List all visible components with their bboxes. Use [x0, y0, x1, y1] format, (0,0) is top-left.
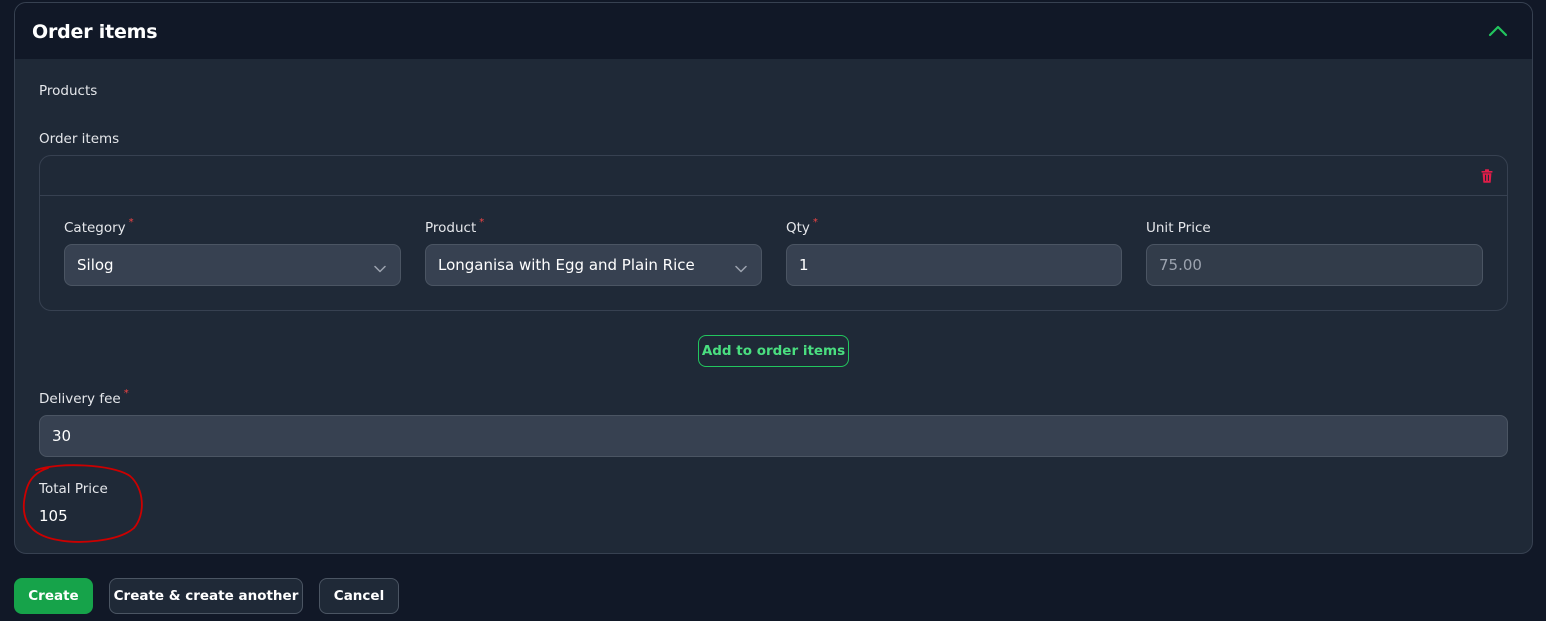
category-value: Silog	[77, 256, 114, 274]
total-price-label: Total Price	[39, 481, 108, 497]
delivery-fee-value: 30	[52, 427, 72, 445]
chevron-down-icon	[735, 259, 747, 277]
category-label: Category *	[64, 217, 134, 236]
products-label: Products	[39, 83, 98, 99]
qty-label: Qty *	[786, 217, 818, 236]
delivery-fee-input[interactable]: 30	[39, 415, 1508, 457]
total-price-value: 105	[39, 507, 68, 525]
product-select[interactable]: Longanisa with Egg and Plain Rice	[425, 244, 762, 286]
qty-input[interactable]: 1	[786, 244, 1122, 286]
product-value: Longanisa with Egg and Plain Rice	[438, 256, 695, 274]
section-title: Order items	[32, 21, 158, 43]
create-button[interactable]: Create	[14, 578, 93, 614]
delivery-fee-label: Delivery fee *	[39, 388, 129, 407]
add-to-order-items-button[interactable]: Add to order items	[698, 335, 849, 367]
section-header[interactable]: Order items	[15, 3, 1532, 60]
order-item-card	[39, 155, 1508, 311]
product-label: Product *	[425, 217, 485, 236]
qty-value: 1	[799, 256, 809, 274]
order-items-label: Order items	[39, 131, 120, 147]
unit-price-input: 75.00	[1146, 244, 1483, 286]
trash-icon[interactable]	[1479, 168, 1495, 184]
unit-price-label: Unit Price	[1146, 220, 1211, 236]
chevron-up-icon[interactable]	[1486, 19, 1510, 43]
create-another-button[interactable]: Create & create another	[109, 578, 303, 614]
chevron-down-icon	[374, 259, 386, 277]
category-select[interactable]: Silog	[64, 244, 401, 286]
unit-price-value: 75.00	[1159, 256, 1202, 274]
order-item-card-header	[40, 156, 1507, 196]
cancel-button[interactable]: Cancel	[319, 578, 399, 614]
